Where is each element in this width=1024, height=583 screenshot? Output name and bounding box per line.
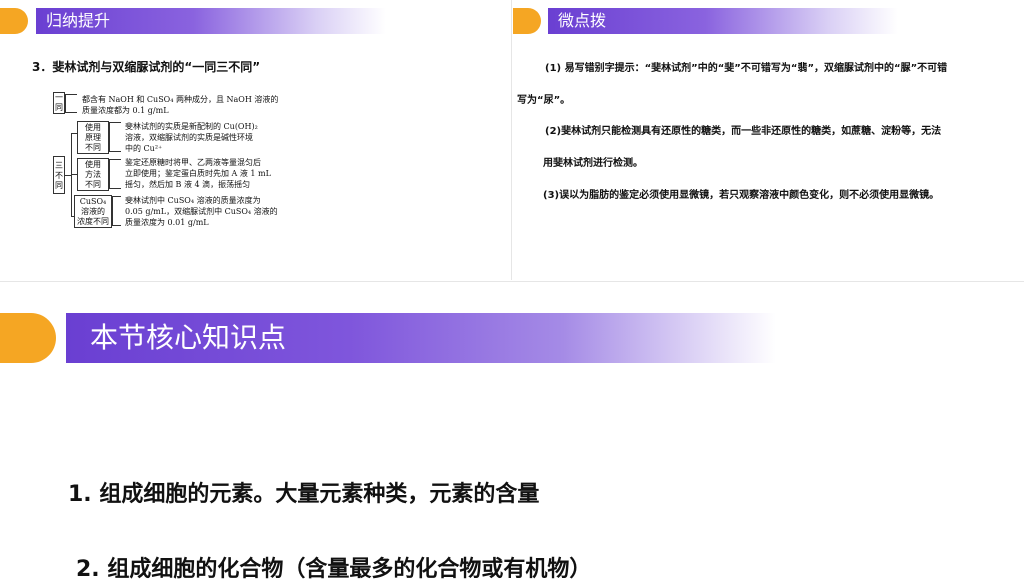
diff-label-char: 不 xyxy=(55,171,63,180)
row-label-line: 浓度不同 xyxy=(77,217,109,226)
diagram-text-line: 溶液，双缩脲试剂的实质是碱性环境 xyxy=(125,133,253,142)
tip-line: (3)误以为脂肪的鉴定必须使用显微镜，若只观察溶液中颜色变化，则不必须使用显微镜… xyxy=(543,190,940,201)
slide-panel-right xyxy=(513,0,1024,280)
comparison-diagram: 一 同 都含有 NaOH 和 CuSO₄ 两种成分，且 NaOH 溶液的 质量浓… xyxy=(0,0,510,280)
connector-line xyxy=(65,94,77,95)
same-label-char: 同 xyxy=(55,103,63,112)
diff-label-box: 三 不 同 xyxy=(53,156,65,194)
tip-line: (2)斐林试剂只能检测具有还原性的糖类，而一些非还原性的糖类，如蔗糖、淀粉等，无… xyxy=(545,126,942,137)
connector-line xyxy=(109,188,121,189)
connector-line xyxy=(112,225,121,226)
diagram-text-line: 斐林试剂的实质是新配制的 Cu(OH)₂ xyxy=(125,122,258,131)
same-label-char: 一 xyxy=(55,93,63,102)
row-label-line: 原理 xyxy=(85,133,101,142)
row-text: 斐林试剂的实质是新配制的 Cu(OH)₂ 溶液，双缩脲试剂的实质是碱性环境 中的… xyxy=(125,121,295,154)
orange-section-marker xyxy=(0,313,56,363)
row-label-box: 使用 方法 不同 xyxy=(77,158,109,191)
connector-line xyxy=(109,159,121,160)
diff-label-char: 三 xyxy=(55,161,63,170)
orange-tab-marker xyxy=(513,8,541,34)
same-label-box: 一 同 xyxy=(53,92,65,114)
connector-line xyxy=(65,112,77,113)
connector-line xyxy=(109,151,121,152)
tip-line: 写为“尿”。 xyxy=(517,95,571,106)
diagram-text-line: 鉴定还原糖时将甲、乙两液等量混匀后 xyxy=(125,158,261,167)
connector-line xyxy=(65,94,66,112)
row-text: 鉴定还原糖时将甲、乙两液等量混匀后 立即使用；鉴定蛋白质时先加 A 液 1 mL… xyxy=(125,157,295,190)
tip-line: (1) 易写错别字提示：“斐林试剂”中的“斐”不可错写为“翡”，双缩脲试剂中的“… xyxy=(545,63,948,74)
row-label-line: 不同 xyxy=(85,180,101,189)
diagram-text-line: 立即使用；鉴定蛋白质时先加 A 液 1 mL xyxy=(125,169,271,178)
diagram-text-line: 斐林试剂中 CuSO₄ 溶液的质量浓度为 xyxy=(125,196,261,205)
row-label-line: 使用 xyxy=(85,123,101,132)
diagram-text-line: 中的 Cu²⁺ xyxy=(125,144,163,153)
row-label-line: CuSO₄ xyxy=(79,197,107,206)
connector-line xyxy=(112,196,121,197)
diagram-text-line: 都含有 NaOH 和 CuSO₄ 两种成分，且 NaOH 溶液的 xyxy=(82,95,279,104)
diagram-text-line: 0.05 g/mL，双缩脲试剂中 CuSO₄ 溶液的 xyxy=(125,207,278,216)
row-label-line: 不同 xyxy=(85,143,101,152)
row-label-box: CuSO₄ 溶液的 浓度不同 xyxy=(74,195,112,228)
section-title: 本节核心知识点 xyxy=(66,313,776,363)
connector-line xyxy=(109,122,121,123)
diagram-text-line: 质量浓度都为 0.1 g/mL xyxy=(82,106,169,115)
connector-line xyxy=(109,122,110,152)
row-label-line: 使用 xyxy=(85,160,101,169)
row-label-line: 方法 xyxy=(85,170,101,179)
row-label-line: 溶液的 xyxy=(81,207,105,216)
diagram-text-line: 摇匀，然后加 B 液 4 滴，振荡摇匀 xyxy=(125,180,251,189)
connector-line xyxy=(71,133,72,217)
row-label-box: 使用 原理 不同 xyxy=(77,121,109,154)
diagram-text-line: 质量浓度为 0.01 g/mL xyxy=(125,218,209,227)
panel-divider-horizontal xyxy=(0,281,1024,282)
key-point: 2. 组成细胞的化合物（含量最多的化合物或有机物） xyxy=(76,557,592,582)
panel-divider-vertical xyxy=(511,0,512,280)
diff-label-char: 同 xyxy=(55,181,63,190)
same-text: 都含有 NaOH 和 CuSO₄ 两种成分，且 NaOH 溶液的 质量浓度都为 … xyxy=(82,94,292,116)
row-text: 斐林试剂中 CuSO₄ 溶液的质量浓度为 0.05 g/mL，双缩脲试剂中 Cu… xyxy=(125,195,295,228)
connector-line xyxy=(112,196,113,226)
key-point: 1. 组成细胞的元素。大量元素种类，元素的含量 xyxy=(68,482,540,507)
section-tab-title: 微点拨 xyxy=(548,8,898,34)
tip-line: 用斐林试剂进行检测。 xyxy=(543,158,643,169)
connector-line xyxy=(109,159,110,189)
